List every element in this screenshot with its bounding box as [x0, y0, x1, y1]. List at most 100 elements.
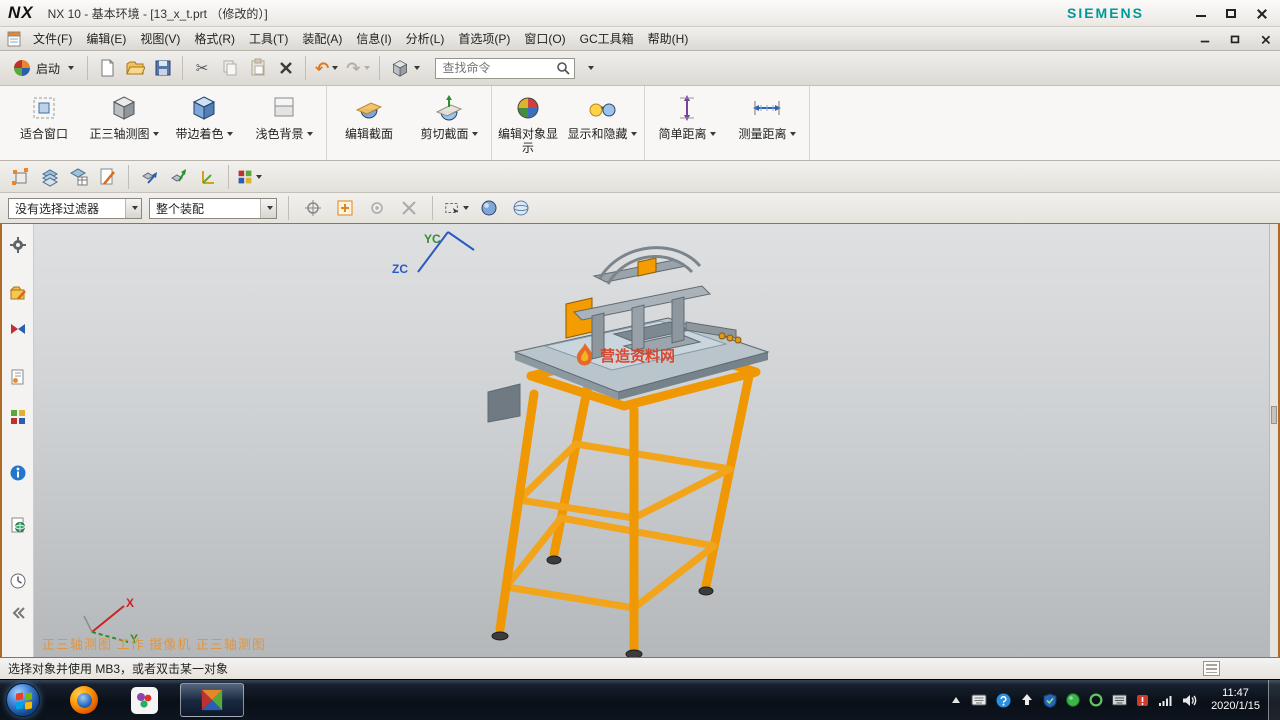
- start-orb-button[interactable]: [6, 683, 40, 717]
- search-options-button[interactable]: [577, 55, 603, 81]
- maximize-icon: [1226, 9, 1236, 18]
- child-restore-button[interactable]: [1227, 32, 1242, 46]
- menu-gc-toolbox[interactable]: GC工具箱: [573, 27, 641, 50]
- dropdown-button[interactable]: [125, 199, 141, 218]
- collapse-resource-bar-button[interactable]: [7, 602, 29, 624]
- show-hidden-icons-button[interactable]: [950, 694, 962, 706]
- paste-button[interactable]: [245, 55, 271, 81]
- keyboard-tray-icon[interactable]: [1112, 694, 1127, 706]
- show-hide-button[interactable]: 显示和隐藏: [562, 87, 642, 159]
- network-icon[interactable]: [1158, 694, 1173, 707]
- vertical-scrollbar[interactable]: [1269, 224, 1278, 657]
- view-style-button[interactable]: [386, 55, 423, 81]
- volume-icon[interactable]: [1182, 694, 1197, 707]
- fit-window-button[interactable]: 适合窗口: [4, 87, 84, 159]
- updates-arrow-icon[interactable]: [1020, 693, 1034, 707]
- menu-edit[interactable]: 编辑(E): [79, 27, 133, 50]
- watermark: 营造资料网: [574, 342, 675, 368]
- snap-enable-button[interactable]: [332, 196, 357, 221]
- isometric-view-button[interactable]: 正三轴测图: [84, 87, 164, 159]
- menu-information[interactable]: 信息(I): [349, 27, 398, 50]
- delete-button[interactable]: [273, 55, 299, 81]
- alert-tray-icon[interactable]: [1136, 694, 1149, 707]
- move-component-button[interactable]: [137, 164, 162, 189]
- view-group: 适合窗口 正三轴测图 带边着色 浅色背景: [2, 86, 327, 160]
- menu-preferences[interactable]: 首选项(P): [451, 27, 517, 50]
- menu-view[interactable]: 视图(V): [133, 27, 187, 50]
- assembly-navigator-button[interactable]: [7, 282, 29, 304]
- shaded-with-edges-button[interactable]: 带边着色: [164, 87, 244, 159]
- firefox-taskbar-button[interactable]: [64, 680, 104, 720]
- snap-midpoint-button[interactable]: [364, 196, 389, 221]
- wireframe-sphere-button[interactable]: [508, 196, 533, 221]
- constraint-navigator-button[interactable]: [7, 318, 29, 340]
- sync-ring-icon[interactable]: [1089, 693, 1103, 707]
- nx-taskbar-button-active[interactable]: [180, 683, 244, 717]
- help-tray-icon[interactable]: [996, 693, 1011, 708]
- snap-point-button[interactable]: [300, 196, 325, 221]
- resource-bar: [2, 224, 34, 657]
- start-menu-button[interactable]: 启动: [6, 55, 81, 81]
- assembly-constraints-button[interactable]: [166, 164, 191, 189]
- menu-file[interactable]: 文件(F): [26, 27, 79, 50]
- snap-intersection-button[interactable]: [396, 196, 421, 221]
- new-button[interactable]: [94, 55, 120, 81]
- open-button[interactable]: [122, 55, 148, 81]
- measure-distance-button[interactable]: 测量距离: [727, 87, 807, 159]
- layer-visible-in-view-button[interactable]: [66, 164, 91, 189]
- save-button[interactable]: [150, 55, 176, 81]
- minimize-button[interactable]: [1192, 5, 1210, 21]
- pinned-app-taskbar-button[interactable]: [124, 680, 164, 720]
- utility-toolbar: [0, 161, 1280, 193]
- graphics-viewport[interactable]: ZC YC X Y 营造资料网 正三轴测图 工作 摄像机 正三轴测图: [34, 224, 1278, 657]
- ime-keyboard-icon[interactable]: [971, 693, 987, 707]
- clip-section-button[interactable]: 剪切截面: [409, 87, 489, 159]
- menu-window[interactable]: 窗口(O): [517, 27, 572, 50]
- maximize-button[interactable]: [1222, 5, 1240, 21]
- light-background-button[interactable]: 浅色背景: [244, 87, 324, 159]
- search-icon[interactable]: [556, 61, 571, 76]
- simple-distance-button[interactable]: 简单距离: [647, 87, 727, 159]
- hd3d-tools-button[interactable]: [7, 462, 29, 484]
- menu-analysis[interactable]: 分析(L): [399, 27, 452, 50]
- undo-button[interactable]: ↶: [312, 55, 341, 81]
- antivirus-ball-icon[interactable]: [1066, 693, 1080, 707]
- security-shield-icon[interactable]: [1043, 693, 1057, 708]
- reuse-library-button[interactable]: [7, 406, 29, 428]
- child-minimize-button[interactable]: [1197, 32, 1212, 46]
- datum-csys-button[interactable]: [8, 164, 33, 189]
- layer-settings-button[interactable]: [37, 164, 62, 189]
- part-navigator-button[interactable]: [7, 366, 29, 388]
- menu-assemblies[interactable]: 装配(A): [295, 27, 349, 50]
- menu-help[interactable]: 帮助(H): [641, 27, 696, 50]
- dropdown-button[interactable]: [260, 199, 276, 218]
- child-close-button[interactable]: [1257, 32, 1272, 46]
- sketch-button[interactable]: [95, 164, 120, 189]
- menu-tools[interactable]: 工具(T): [242, 27, 295, 50]
- document-menu-icon[interactable]: [6, 31, 22, 47]
- scrollbar-thumb[interactable]: [1271, 406, 1277, 424]
- close-button[interactable]: [1252, 5, 1270, 21]
- save-icon: [153, 58, 173, 78]
- shaded-sphere-button[interactable]: [476, 196, 501, 221]
- command-finder: [435, 58, 575, 79]
- show-desktop-button[interactable]: [1268, 680, 1280, 720]
- cut-button[interactable]: ✂: [189, 55, 215, 81]
- measure-group: 简单距离 测量距离: [645, 86, 810, 160]
- edit-section-button[interactable]: 编辑截面: [329, 87, 409, 159]
- object-color-palette-button[interactable]: [237, 164, 262, 189]
- status-grip-button[interactable]: [1203, 661, 1220, 676]
- selection-rectangle-button[interactable]: [444, 196, 469, 221]
- web-browser-button[interactable]: [7, 514, 29, 536]
- redo-button[interactable]: ↷: [343, 55, 372, 81]
- menu-format[interactable]: 格式(R): [187, 27, 242, 50]
- roles-gear-button[interactable]: [7, 234, 29, 256]
- selection-filter-dropdown[interactable]: 没有选择过滤器: [8, 198, 142, 219]
- edit-object-display-button[interactable]: 编辑对象显示: [494, 87, 562, 159]
- history-button[interactable]: [7, 570, 29, 592]
- copy-button[interactable]: [217, 55, 243, 81]
- taskbar-clock[interactable]: 11:47 2020/1/15: [1211, 687, 1260, 713]
- selection-scope-dropdown[interactable]: 整个装配: [149, 198, 277, 219]
- command-search-input[interactable]: [443, 61, 556, 75]
- wcs-dynamics-button[interactable]: [195, 164, 220, 189]
